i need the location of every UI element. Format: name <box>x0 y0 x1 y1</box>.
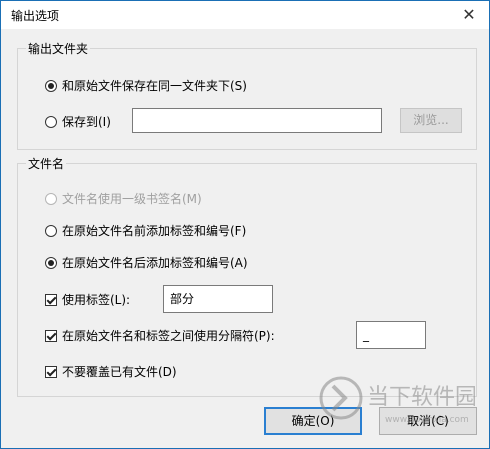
radio-suffix-label[interactable]: 在原始文件名后添加标签和编号(A) <box>45 254 248 271</box>
checkbox-checked-icon <box>45 293 57 306</box>
radio-prefix-label-text: 在原始文件名前添加标签和编号(F) <box>62 224 247 238</box>
checkbox-checked-icon <box>45 329 57 342</box>
save-to-path-input[interactable] <box>132 108 382 133</box>
separator-input[interactable]: _ <box>356 321 426 349</box>
label-text-input[interactable]: 部分 <box>163 285 273 313</box>
output-options-dialog: 输出选项 ✕ 输出文件夹 和原始文件保存在同一文件夹下(S) 保存到(I) 浏览… <box>0 0 490 449</box>
checkbox-use-label[interactable]: 使用标签(L): <box>45 291 130 308</box>
radio-save-to[interactable]: 保存到(I) <box>45 113 111 130</box>
watermark-url: www.downxia.com <box>385 415 469 425</box>
radio-same-folder[interactable]: 和原始文件保存在同一文件夹下(S) <box>45 77 247 94</box>
radio-unselected-icon <box>45 115 57 128</box>
radio-selected-icon <box>45 79 57 92</box>
checkbox-use-separator[interactable]: 在原始文件名和标签之间使用分隔符(P): <box>45 327 275 344</box>
title-bar: 输出选项 ✕ <box>1 1 489 29</box>
checkbox-no-overwrite[interactable]: 不要覆盖已有文件(D) <box>45 363 177 380</box>
browse-button[interactable]: 浏览... <box>400 108 462 133</box>
radio-unselected-icon <box>45 224 57 237</box>
checkbox-use-separator-text: 在原始文件名和标签之间使用分隔符(P): <box>62 329 275 343</box>
watermark-text: 当下软件园 <box>367 385 475 410</box>
radio-suffix-label-text: 在原始文件名后添加标签和编号(A) <box>62 256 248 270</box>
checkbox-checked-icon <box>45 365 57 378</box>
radio-bookmark-name-label: 文件名使用一级书签名(M) <box>62 192 202 206</box>
radio-same-folder-label: 和原始文件保存在同一文件夹下(S) <box>62 79 247 93</box>
output-folder-legend: 输出文件夹 <box>26 40 91 57</box>
checkbox-use-label-text: 使用标签(L): <box>62 293 131 307</box>
watermark-logo: 当下软件园 www.downxia.com <box>319 376 475 425</box>
dialog-title: 输出选项 <box>11 9 60 23</box>
radio-bookmark-name[interactable]: 文件名使用一级书签名(M) <box>45 190 202 207</box>
filename-legend: 文件名 <box>26 155 67 172</box>
checkbox-no-overwrite-text: 不要覆盖已有文件(D) <box>62 365 177 379</box>
radio-selected-icon <box>45 256 57 269</box>
output-folder-group: 输出文件夹 <box>17 40 477 150</box>
radio-prefix-label[interactable]: 在原始文件名前添加标签和编号(F) <box>45 222 246 239</box>
close-icon[interactable]: ✕ <box>455 3 483 27</box>
radio-disabled-icon <box>45 192 57 205</box>
radio-save-to-label: 保存到(I) <box>62 115 111 129</box>
